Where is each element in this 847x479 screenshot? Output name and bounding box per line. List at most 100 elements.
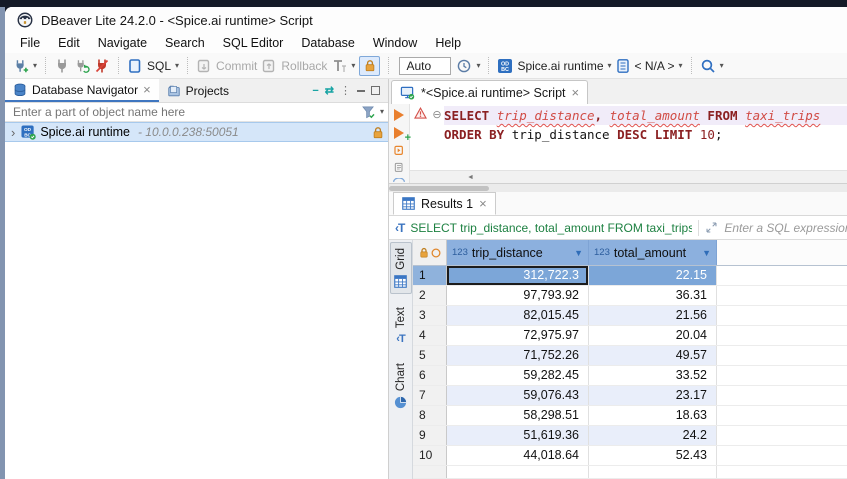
minimize-view-icon[interactable]: − bbox=[309, 85, 321, 97]
cell-total-amount[interactable]: 18.63 bbox=[589, 406, 717, 425]
cell-total-amount[interactable]: 24.2 bbox=[589, 426, 717, 445]
autocommit-select[interactable]: Auto bbox=[399, 57, 451, 75]
collapse-icon[interactable]: ⊖ bbox=[432, 109, 441, 121]
cell-total-amount[interactable]: 52.43 bbox=[589, 446, 717, 465]
connect-icon[interactable] bbox=[54, 58, 70, 74]
row-number-cell[interactable]: 4 bbox=[413, 326, 447, 345]
column-header-trip-distance[interactable]: 123 trip_distance ▼ bbox=[447, 240, 589, 265]
cell-trip-distance[interactable]: 97,793.92 bbox=[447, 286, 589, 305]
cell-trip-distance[interactable]: 71,752.26 bbox=[447, 346, 589, 365]
sort-desc-icon[interactable]: ▼ bbox=[574, 248, 583, 258]
rollback-icon[interactable] bbox=[261, 58, 277, 74]
commit-button[interactable]: Commit bbox=[216, 59, 257, 73]
cell-total-amount[interactable]: 49.57 bbox=[589, 346, 717, 365]
sql-button-label[interactable]: SQL bbox=[147, 59, 171, 73]
tab-projects[interactable]: Projects bbox=[159, 79, 237, 102]
execute-script-button[interactable] bbox=[392, 145, 406, 156]
close-icon[interactable]: × bbox=[479, 197, 487, 210]
reconnect-icon[interactable] bbox=[74, 58, 90, 74]
editor-results-splitter[interactable] bbox=[389, 183, 847, 192]
table-row[interactable]: 659,282.4533.52 bbox=[413, 366, 847, 386]
table-row[interactable]: 1312,722.322.15 bbox=[413, 266, 847, 286]
menu-search[interactable]: Search bbox=[156, 34, 214, 52]
history-caret-icon[interactable]: ▾ bbox=[476, 62, 480, 70]
cell-total-amount[interactable]: 36.31 bbox=[589, 286, 717, 305]
title-bar[interactable]: DBeaver Lite 24.2.0 - <Spice.ai runtime>… bbox=[5, 7, 847, 33]
history-clock-icon[interactable] bbox=[456, 58, 472, 74]
tab-sql-script[interactable]: *<Spice.ai runtime> Script × bbox=[391, 80, 588, 104]
table-row[interactable]: 382,015.4521.56 bbox=[413, 306, 847, 326]
active-catalog-selector[interactable]: < N/A > bbox=[635, 59, 675, 73]
cell-total-amount[interactable]: 21.56 bbox=[589, 306, 717, 325]
row-number-cell[interactable]: 7 bbox=[413, 386, 447, 405]
rollback-button[interactable]: Rollback bbox=[281, 59, 327, 73]
transaction-caret-icon[interactable]: ▾ bbox=[351, 62, 355, 70]
sql-line-2[interactable]: ORDER BY trip_distance DESC LIMIT 10; bbox=[444, 125, 847, 144]
menu-window[interactable]: Window bbox=[364, 34, 426, 52]
column-header-total-amount[interactable]: 123 total_amount ▼ bbox=[589, 240, 717, 265]
table-row[interactable]: 297,793.9236.31 bbox=[413, 286, 847, 306]
tab-grid[interactable]: Grid bbox=[390, 242, 412, 294]
maximize-panel-icon[interactable] bbox=[371, 86, 380, 95]
tab-database-navigator[interactable]: Database Navigator × bbox=[5, 79, 159, 102]
menu-navigate[interactable]: Navigate bbox=[89, 34, 156, 52]
sql-line-1[interactable]: SELECT trip_distance, total_amount FROM … bbox=[444, 106, 847, 125]
row-number-cell[interactable]: 2 bbox=[413, 286, 447, 305]
cell-trip-distance[interactable]: 51,619.36 bbox=[447, 426, 589, 445]
cell-trip-distance[interactable]: 72,975.97 bbox=[447, 326, 589, 345]
commit-icon[interactable] bbox=[196, 58, 212, 74]
connection-caret-icon[interactable]: ▾ bbox=[608, 62, 612, 70]
row-number-cell[interactable]: 6 bbox=[413, 366, 447, 385]
tab-text[interactable]: Text ‹T bbox=[390, 302, 412, 350]
menu-file[interactable]: File bbox=[11, 34, 49, 52]
execute-statement-button[interactable] bbox=[394, 109, 404, 121]
filter-caret-icon[interactable]: ▾ bbox=[380, 108, 384, 116]
connection-tree-item[interactable]: › OD BC Spice.ai runtime - 10.0.0.238:50… bbox=[5, 122, 388, 142]
cell-trip-distance[interactable]: 58,298.51 bbox=[447, 406, 589, 425]
transaction-mode-icon[interactable] bbox=[331, 58, 347, 74]
new-connection-caret-icon[interactable]: ▾ bbox=[33, 62, 37, 70]
cell-trip-distance[interactable]: 82,015.45 bbox=[447, 306, 589, 325]
sort-desc-icon[interactable]: ▼ bbox=[702, 248, 711, 258]
link-with-editor-icon[interactable]: ⇄ bbox=[322, 84, 337, 97]
result-query-text[interactable]: SELECT trip_distance, total_amount FROM … bbox=[410, 221, 692, 235]
row-number-cell[interactable]: 10 bbox=[413, 446, 447, 465]
cell-total-amount[interactable]: 22.15 bbox=[589, 266, 717, 285]
close-icon[interactable]: × bbox=[143, 83, 151, 96]
search-caret-icon[interactable]: ▾ bbox=[720, 62, 724, 70]
tab-chart[interactable]: Chart bbox=[390, 358, 412, 414]
cell-trip-distance[interactable]: 59,076.43 bbox=[447, 386, 589, 405]
sql-caret-icon[interactable]: ▾ bbox=[175, 62, 179, 70]
table-row[interactable]: 472,975.9720.04 bbox=[413, 326, 847, 346]
cell-trip-distance[interactable]: 44,018.64 bbox=[447, 446, 589, 465]
sql-editor[interactable]: ⊖ SELECT trip_distance, total_amount FRO… bbox=[410, 104, 847, 170]
tab-results-1[interactable]: Results 1 × bbox=[393, 192, 496, 215]
close-icon[interactable]: × bbox=[572, 86, 580, 99]
editor-horizontal-scrollbar[interactable]: ◄ bbox=[410, 170, 847, 183]
cell-total-amount[interactable]: 33.52 bbox=[589, 366, 717, 385]
menu-sql-editor[interactable]: SQL Editor bbox=[214, 34, 293, 52]
menu-edit[interactable]: Edit bbox=[49, 34, 89, 52]
row-number-cell[interactable]: 3 bbox=[413, 306, 447, 325]
table-row[interactable]: 1044,018.6452.43 bbox=[413, 446, 847, 466]
object-filter-input[interactable] bbox=[11, 104, 357, 120]
expand-filter-icon[interactable] bbox=[705, 221, 718, 234]
view-menu-icon[interactable]: ⋮ bbox=[337, 84, 354, 97]
row-number-cell[interactable]: 5 bbox=[413, 346, 447, 365]
explain-plan-button[interactable] bbox=[392, 162, 406, 173]
select-all-corner[interactable] bbox=[413, 240, 447, 265]
menu-database[interactable]: Database bbox=[292, 34, 364, 52]
scroll-left-icon[interactable]: ◄ bbox=[467, 174, 474, 181]
table-row[interactable]: 759,076.4323.17 bbox=[413, 386, 847, 406]
filter-funnel-icon[interactable] bbox=[361, 105, 376, 119]
table-row[interactable]: 951,619.3624.2 bbox=[413, 426, 847, 446]
active-connection-selector[interactable]: Spice.ai runtime bbox=[517, 59, 603, 73]
disconnect-icon[interactable] bbox=[94, 58, 110, 74]
catalog-caret-icon[interactable]: ▾ bbox=[679, 62, 683, 70]
filter-expression-placeholder[interactable]: Enter a SQL expression to bbox=[724, 221, 847, 235]
row-number-cell[interactable]: 1 bbox=[413, 266, 447, 285]
minimize-panel-icon[interactable] bbox=[357, 89, 365, 92]
cell-total-amount[interactable]: 23.17 bbox=[589, 386, 717, 405]
sql-editor-icon[interactable] bbox=[127, 58, 143, 74]
row-number-cell[interactable]: 9 bbox=[413, 426, 447, 445]
